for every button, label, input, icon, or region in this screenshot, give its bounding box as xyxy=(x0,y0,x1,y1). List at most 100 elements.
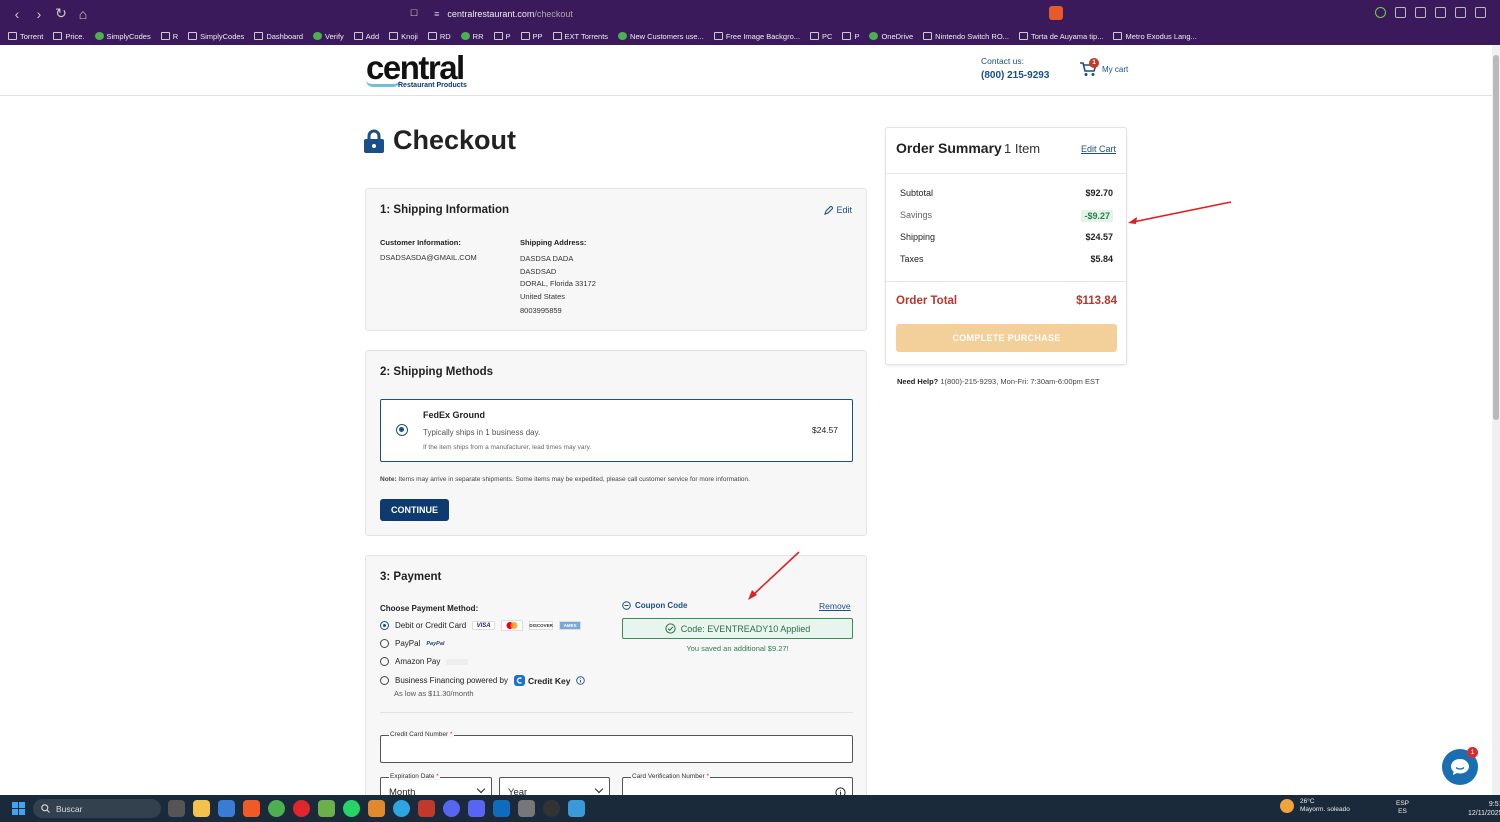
bookmark-label: EXT Torrents xyxy=(564,31,609,41)
bookmark-label: New Customers use... xyxy=(630,31,704,41)
bookmark-icon[interactable]: ☐ xyxy=(410,8,418,19)
amazon-radio[interactable] xyxy=(380,657,389,666)
windows-start-icon[interactable] xyxy=(12,802,25,815)
bookmark-item[interactable]: P xyxy=(842,32,859,41)
bookmark-item[interactable]: Knoji xyxy=(389,32,418,41)
extension-icon[interactable] xyxy=(1375,7,1386,18)
fedex-radio[interactable] xyxy=(396,424,408,436)
info-icon[interactable] xyxy=(576,676,586,685)
home-icon[interactable]: ⌂ xyxy=(74,6,92,22)
bookmark-item[interactable]: EXT Torrents xyxy=(552,31,609,41)
task-view-icon[interactable] xyxy=(168,800,185,817)
bookmark-item[interactable]: SimplyCodes xyxy=(94,32,151,41)
bookmark-item[interactable]: RD xyxy=(427,32,451,41)
bookmark-item[interactable]: OneDrive xyxy=(869,32,913,41)
lock-icon xyxy=(364,129,384,153)
annotation-arrow xyxy=(748,551,800,600)
bookmark-item[interactable]: Add xyxy=(353,32,379,41)
bookmark-item[interactable]: Dashboard xyxy=(254,32,303,41)
outlook-icon[interactable] xyxy=(493,800,510,817)
whatsapp-icon[interactable] xyxy=(343,800,360,817)
back-icon[interactable]: ‹ xyxy=(8,6,26,22)
bookmark-label: Torta de Auyama tip... xyxy=(1030,31,1104,41)
bookmark-item[interactable]: Torta de Auyama tip... xyxy=(1018,31,1104,41)
coupon-toggle[interactable]: Coupon Code xyxy=(622,601,687,610)
menu-icon[interactable] xyxy=(1475,7,1486,18)
coupon-saved-note: You saved an additional $9.27! xyxy=(686,644,789,653)
page-title: Checkout xyxy=(393,125,517,155)
edit-cart-link[interactable]: Edit Cart xyxy=(1081,144,1116,154)
edit-shipping-link[interactable]: Edit xyxy=(824,205,852,215)
paypal-radio[interactable] xyxy=(380,639,389,648)
bookmark-item[interactable]: Nintendo Switch RO... xyxy=(923,32,1009,41)
store-icon[interactable] xyxy=(218,800,235,817)
payment-option-paypal[interactable]: PayPal PayPal xyxy=(380,639,444,648)
bookmark-item[interactable]: Price. xyxy=(53,32,85,41)
central-logo[interactable]: central Restaurant Products xyxy=(366,51,467,89)
summary-row-taxes: Taxes $5.84 xyxy=(900,254,1113,264)
bookmark-item[interactable]: RR xyxy=(460,32,484,41)
app-icon[interactable] xyxy=(368,800,385,817)
chat-ext-icon[interactable] xyxy=(1395,7,1406,18)
cvv-field[interactable]: Card Verification Number * xyxy=(622,773,853,795)
profile-icon[interactable] xyxy=(1455,7,1466,18)
complete-purchase-button[interactable]: COMPLETE PURCHASE xyxy=(896,324,1117,352)
site-settings-icon[interactable]: ≡ xyxy=(434,9,439,19)
bookmark-item[interactable]: Torrent xyxy=(8,32,43,41)
bookmark-icon xyxy=(8,32,17,40)
remove-coupon-link[interactable]: Remove xyxy=(819,601,851,611)
logo-subtitle: Restaurant Products xyxy=(398,82,467,89)
app-icon[interactable] xyxy=(443,800,460,817)
taskbar-clock[interactable]: 9:5112/11/2025 xyxy=(1468,800,1500,818)
order-summary: Order Summary 1 Item Edit Cart Subtotal $… xyxy=(885,127,1127,365)
bookmark-label: PP xyxy=(532,31,543,41)
financing-radio[interactable] xyxy=(380,676,389,685)
bookmark-item[interactable]: P xyxy=(493,32,511,41)
opera-icon[interactable] xyxy=(293,800,310,817)
address-bar[interactable]: ☐ ≡ centralrestaurant.com/checkout xyxy=(410,4,1065,23)
telegram-icon[interactable] xyxy=(393,800,410,817)
weather-widget[interactable]: 26°C Mayorm. soleado xyxy=(1280,798,1350,814)
app-icon[interactable] xyxy=(418,800,435,817)
payment-option-amazon[interactable]: Amazon Pay xyxy=(380,657,469,666)
payment-option-financing[interactable]: Business Financing powered by Credit Key xyxy=(380,675,586,686)
card-radio[interactable] xyxy=(380,621,389,630)
bookmark-item[interactable]: Free Image Backgro... xyxy=(713,32,800,41)
bookmark-item[interactable]: R xyxy=(160,32,178,41)
bookmark-item[interactable]: SimplyCodes xyxy=(188,32,244,41)
payment-option-card[interactable]: Debit or Credit Card VISA DISCOVER AMEX xyxy=(380,620,582,631)
language-indicator[interactable]: ESP ES xyxy=(1396,800,1409,816)
brave-shield-icon[interactable] xyxy=(1049,6,1063,20)
note-label: Note: xyxy=(380,476,397,483)
card-number-field[interactable]: Credit Card Number * xyxy=(380,731,853,763)
bookmark-item[interactable]: Metro Exodus Lang... xyxy=(1113,32,1197,41)
continue-button[interactable]: CONTINUE xyxy=(380,499,449,521)
bookmark-item[interactable]: PP xyxy=(520,31,543,41)
cart-count-badge: 1 xyxy=(1089,58,1099,68)
expiration-month-select[interactable]: Expiration Date * Month xyxy=(380,773,492,795)
fedex-ground-option[interactable]: FedEx Ground Typically ships in 1 busine… xyxy=(380,399,853,462)
bookmark-item[interactable]: Verify xyxy=(313,32,344,41)
snipping-tool-icon[interactable] xyxy=(568,800,585,817)
brave-icon[interactable] xyxy=(243,800,260,817)
media-player-icon[interactable] xyxy=(543,800,560,817)
cart-link[interactable]: My cart xyxy=(1079,61,1128,77)
forward-icon[interactable]: › xyxy=(30,6,48,22)
wallet-icon[interactable] xyxy=(1415,7,1426,18)
bookmark-item[interactable]: New Customers use... xyxy=(618,32,704,41)
cvv-info-icon[interactable] xyxy=(835,787,846,795)
expiration-year-select[interactable]: Year xyxy=(499,777,610,795)
contact-phone[interactable]: (800) 215-9293 xyxy=(981,70,1049,81)
bookmark-item[interactable]: PC xyxy=(810,32,832,41)
sidebar-icon[interactable] xyxy=(1435,7,1446,18)
page-scrollbar[interactable] xyxy=(1492,45,1500,795)
bookmark-label: OneDrive xyxy=(881,31,914,41)
calculator-icon[interactable] xyxy=(518,800,535,817)
file-explorer-icon[interactable] xyxy=(193,800,210,817)
reload-icon[interactable]: ↻ xyxy=(52,5,70,22)
chrome-icon[interactable] xyxy=(268,800,285,817)
scrollbar-thumb[interactable] xyxy=(1493,55,1499,420)
taskbar-search[interactable]: Buscar xyxy=(33,799,161,818)
app-icon[interactable] xyxy=(318,800,335,817)
discord-icon[interactable] xyxy=(468,800,485,817)
